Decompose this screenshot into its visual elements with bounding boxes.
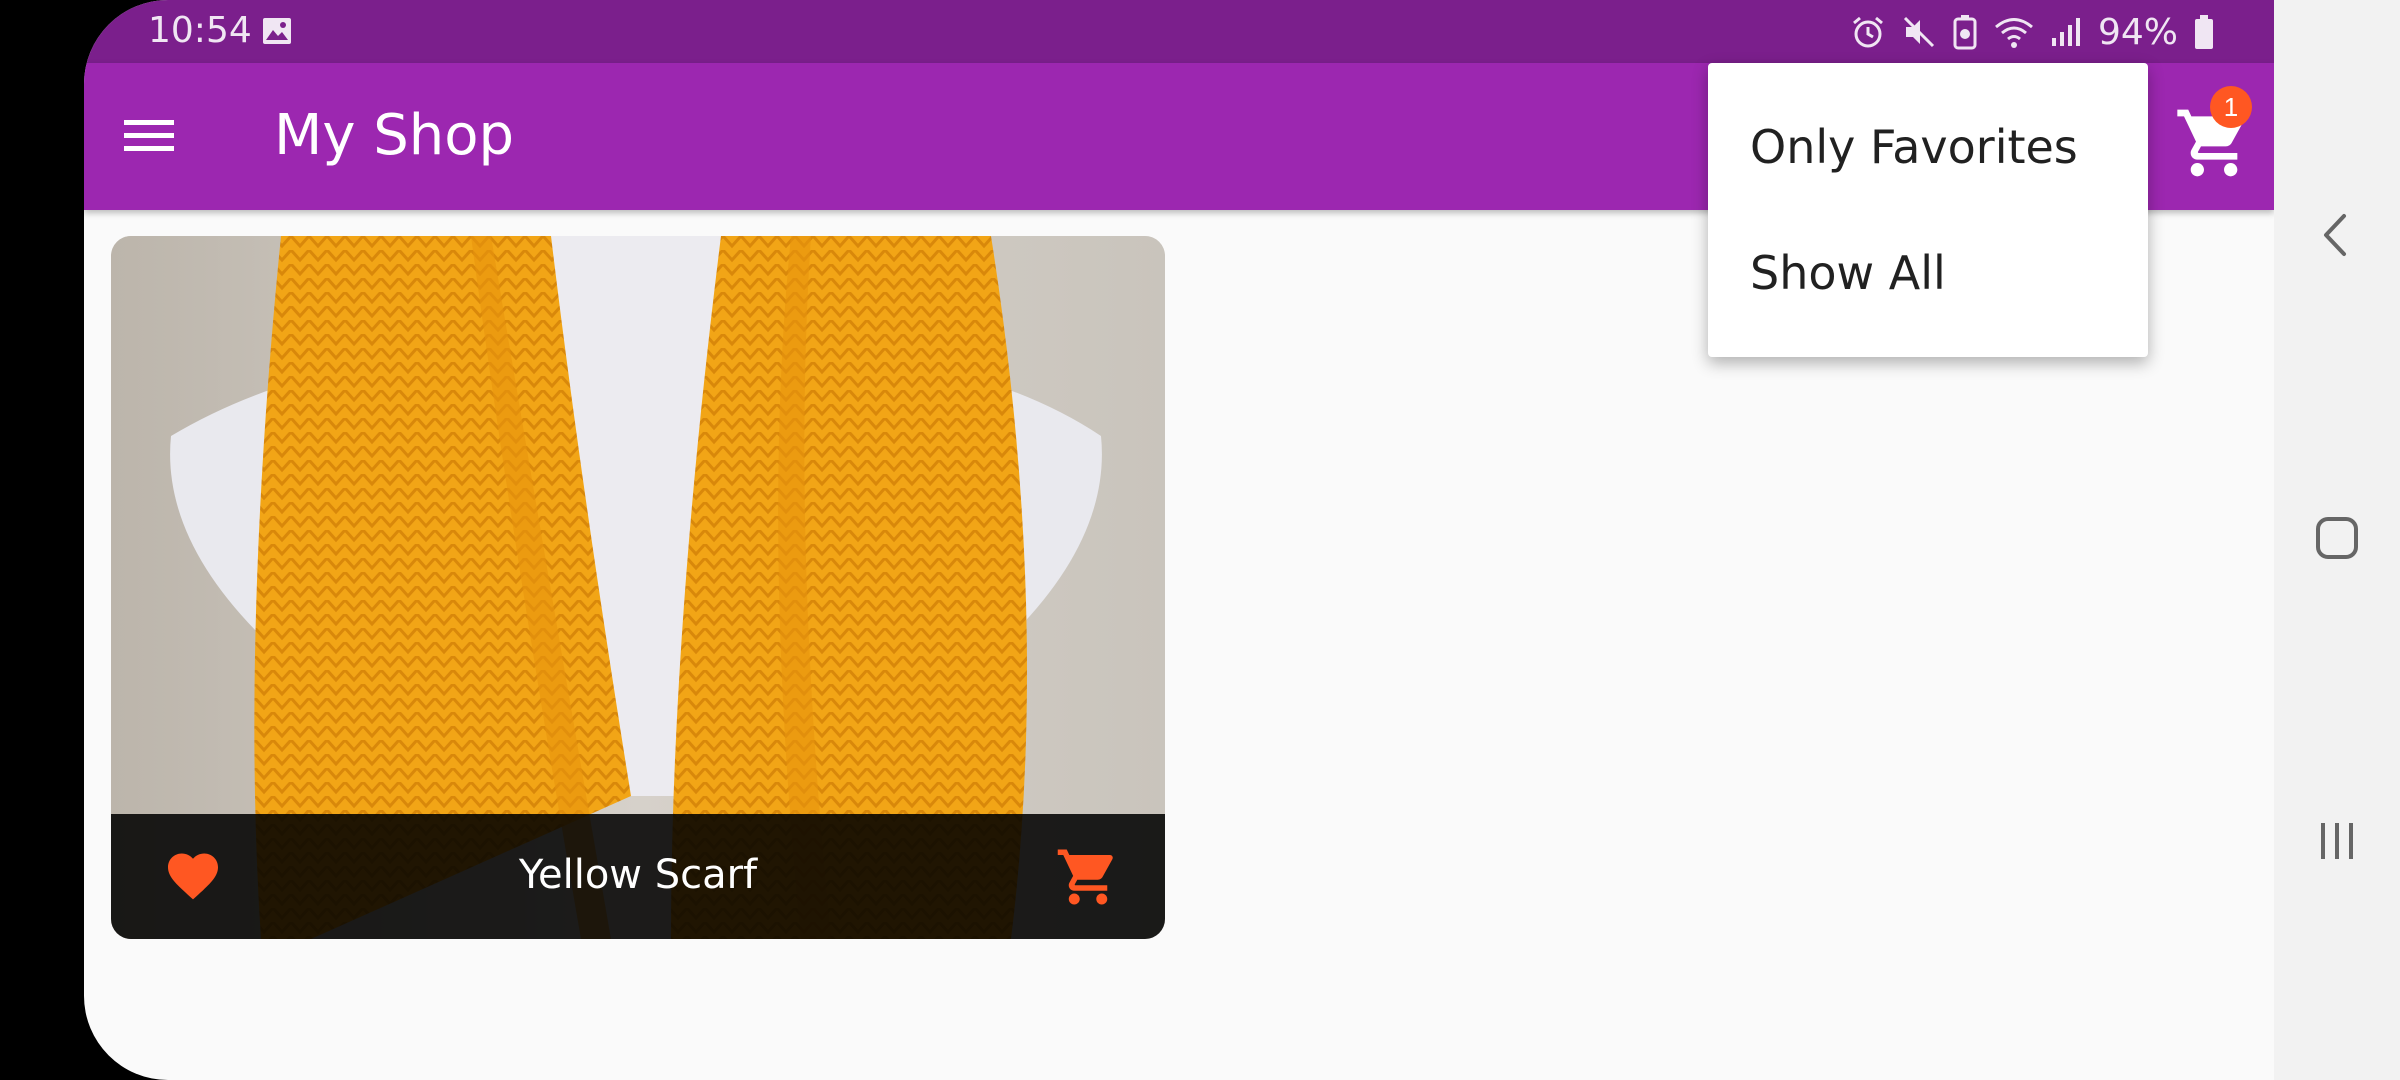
mute-icon xyxy=(1903,16,1935,48)
page-title: My Shop xyxy=(274,103,515,168)
filter-popup-menu: Only Favorites Show All xyxy=(1708,63,2148,357)
product-card[interactable]: Yellow Scarf xyxy=(111,236,1165,939)
battery-saver-icon xyxy=(1953,15,1977,50)
battery-icon xyxy=(2195,15,2213,49)
app-window: 10:54 94% My Shop 1 Yellow Scarf Only Fa… xyxy=(84,0,2274,1080)
product-title: Yellow Scarf xyxy=(518,852,758,898)
status-time: 10:54 xyxy=(148,10,252,51)
menu-button[interactable] xyxy=(114,101,184,171)
product-footer: Yellow Scarf xyxy=(111,814,1165,939)
recents-icon[interactable] xyxy=(2304,808,2370,874)
wifi-icon xyxy=(1995,18,2033,48)
home-icon[interactable] xyxy=(2304,505,2370,571)
cart-badge: 1 xyxy=(2210,86,2252,128)
navigation-bar xyxy=(2274,0,2400,1080)
phone-screen: 10:54 94% My Shop 1 Yellow Scarf Only Fa… xyxy=(0,0,2400,1080)
hamburger-menu-icon xyxy=(124,120,174,151)
add-to-cart-icon[interactable] xyxy=(1055,844,1121,910)
signal-icon xyxy=(2051,18,2080,46)
status-bar: 10:54 94% xyxy=(84,0,2274,63)
back-icon[interactable] xyxy=(2304,202,2370,268)
menu-item-show-all[interactable]: Show All xyxy=(1708,210,2148,336)
alarm-icon xyxy=(1853,16,1883,48)
menu-item-only-favorites[interactable]: Only Favorites xyxy=(1708,84,2148,210)
status-icons: 94% xyxy=(1850,10,2214,54)
image-icon xyxy=(263,18,291,44)
battery-percent: 94% xyxy=(2097,11,2178,53)
